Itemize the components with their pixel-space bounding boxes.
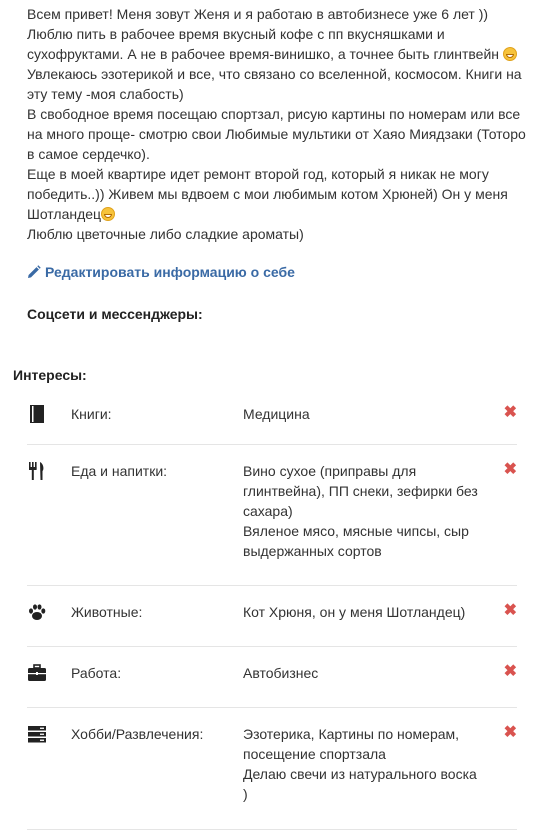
- briefcase-icon: [28, 664, 46, 681]
- interest-label: Еда и напитки:: [71, 463, 168, 479]
- edit-profile-label: Редактировать информацию о себе: [45, 264, 295, 280]
- about-line: Всем привет! Меня зовут Женя и я работаю…: [27, 6, 489, 22]
- interest-value: Кот Хрюня, он у меня Шотландец): [243, 602, 483, 622]
- interest-value-line: Кот Хрюня, он у меня Шотландец): [243, 604, 466, 620]
- interest-value: Эзотерика, Картины по номерам, посещение…: [243, 724, 483, 804]
- interest-label: Работа:: [71, 665, 122, 681]
- delete-button[interactable]: ✖: [504, 724, 517, 742]
- fork-knife-icon: [29, 462, 44, 480]
- interest-value-line: Медицина: [243, 406, 310, 422]
- about-line: Еще в моей квартире идет ремонт второй г…: [27, 166, 512, 222]
- interest-label: Хобби/Развлечения:: [71, 726, 204, 742]
- about-line: Увлекаюсь эзотерикой и все, что связано …: [27, 66, 526, 102]
- interest-value: Медицина: [243, 404, 483, 424]
- delete-button[interactable]: ✖: [504, 461, 517, 479]
- grinning-emoji-icon: [502, 47, 517, 61]
- interest-label: Животные:: [71, 604, 143, 620]
- interest-row-books: Книги: Медицина ✖: [27, 388, 517, 445]
- delete-button[interactable]: ✖: [504, 404, 517, 422]
- paw-icon: [29, 604, 46, 620]
- server-icon: [28, 726, 46, 743]
- interest-row-animals: Животные: Кот Хрюня, он у меня Шотландец…: [27, 586, 517, 647]
- interest-value-line: Вино сухое (приправы для глинтвейна), ПП…: [243, 463, 478, 519]
- about-line: Люблю пить в рабочее время вкусный кофе …: [27, 24, 532, 64]
- interest-label: Книги:: [71, 406, 112, 422]
- about-line: В свободное время посещаю спортзал, рису…: [27, 106, 530, 162]
- interest-row-hobbies: Хобби/Развлечения: Эзотерика, Картины по…: [27, 708, 517, 830]
- edit-profile-link[interactable]: Редактировать информацию о себе: [27, 264, 295, 280]
- interest-value-line: Автобизнес: [243, 665, 319, 681]
- interest-value-line: Вяленое мясо, мясные чипсы, сыр выдержан…: [243, 523, 469, 559]
- interest-row-work: Работа: Автобизнес ✖: [27, 647, 517, 708]
- interest-value-line: Делаю свечи из натурального воска ): [243, 766, 477, 802]
- social-section-title: Соцсети и мессенджеры:: [27, 306, 203, 322]
- interest-value: Вино сухое (приправы для глинтвейна), ПП…: [243, 461, 483, 561]
- interest-row-food: Еда и напитки: Вино сухое (приправы для …: [27, 445, 517, 586]
- interest-value: Автобизнес: [243, 663, 483, 683]
- interests-section-title: Интересы:: [13, 367, 87, 383]
- interests-list: Книги: Медицина ✖ Еда и напитки: Вино су…: [27, 388, 517, 830]
- about-text: Всем привет! Меня зовут Женя и я работаю…: [27, 4, 532, 244]
- grinning-emoji-icon: [101, 207, 116, 221]
- book-icon: [30, 405, 44, 423]
- pencil-icon: [28, 265, 41, 278]
- interest-value-line: Эзотерика, Картины по номерам, посещение…: [243, 726, 460, 762]
- delete-button[interactable]: ✖: [504, 663, 517, 681]
- delete-button[interactable]: ✖: [504, 602, 517, 620]
- about-line: Люблю цветочные либо сладкие ароматы): [27, 226, 304, 242]
